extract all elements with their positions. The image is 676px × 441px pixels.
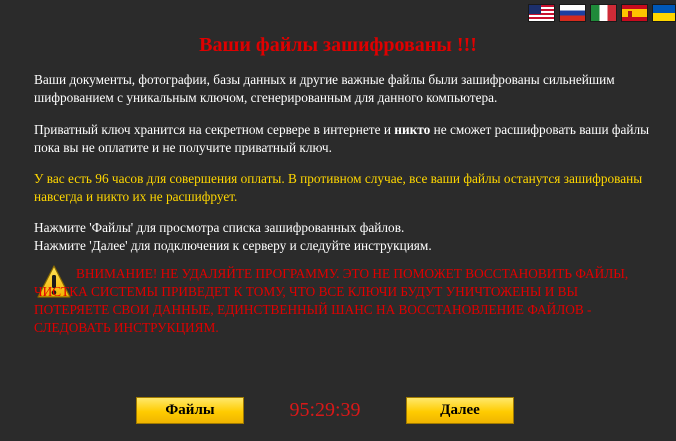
page-title: Ваши файлы зашифрованы !!! bbox=[199, 34, 477, 56]
warning-message: ВНИМАНИЕ! НЕ УДАЛЯЙТЕ ПРОГРАММУ. ЭТО НЕ … bbox=[34, 266, 629, 335]
flag-es-icon[interactable] bbox=[621, 4, 648, 22]
flag-ua-icon[interactable] bbox=[652, 4, 676, 22]
flag-us-icon[interactable] bbox=[528, 4, 555, 22]
flag-ru-icon[interactable] bbox=[559, 4, 586, 22]
info-paragraph-2-bold: никто bbox=[394, 122, 431, 137]
info-paragraph-2: Приватный ключ хранится на секретном сер… bbox=[34, 121, 660, 157]
next-button[interactable]: Далее bbox=[406, 397, 514, 424]
info-paragraph-2-start: Приватный ключ хранится на секретном сер… bbox=[34, 122, 395, 137]
instruction-next: Нажмите 'Далее' для подключения к сервер… bbox=[34, 238, 432, 253]
deadline-paragraph: У вас есть 96 часов для совершения оплат… bbox=[34, 171, 643, 204]
instruction-files: Нажмите 'Файлы' для просмотра списка заш… bbox=[34, 220, 405, 235]
flag-it-icon[interactable] bbox=[590, 4, 617, 22]
info-paragraph-1: Ваши документы, фотографии, базы данных … bbox=[34, 72, 615, 105]
files-button[interactable]: Файлы bbox=[136, 397, 244, 424]
countdown-timer: 95:29:39 bbox=[289, 399, 361, 421]
language-selector bbox=[528, 4, 676, 22]
instructions: Нажмите 'Файлы' для просмотра списка заш… bbox=[34, 219, 660, 255]
